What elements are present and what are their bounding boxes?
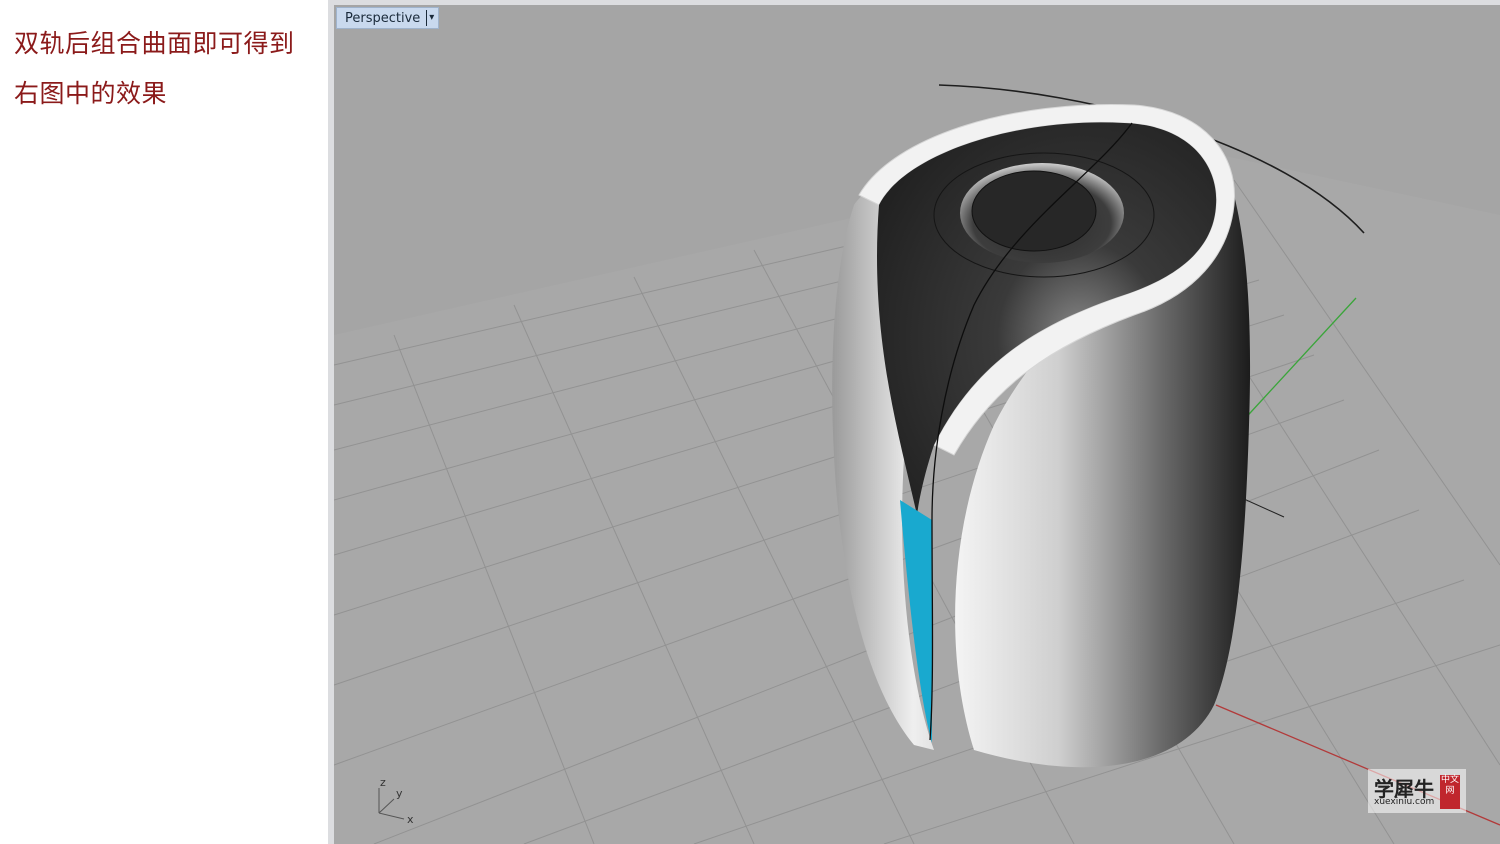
viewport-title[interactable]: Perspective xyxy=(345,11,420,26)
caption-line-2: 右图中的效果 xyxy=(14,79,168,108)
button-top xyxy=(971,170,1097,252)
watermark-url: xuexiniu.com xyxy=(1374,797,1435,807)
axis-label-z: z xyxy=(380,776,386,789)
axis-label-x: x xyxy=(407,813,414,826)
viewport-scene[interactable]: z y x xyxy=(334,5,1500,844)
chevron-down-icon[interactable]: ▾ xyxy=(426,10,434,26)
caption-panel: 双轨后组合曲面即可得到 右图中的效果 xyxy=(0,0,328,844)
watermark-seal: 中文网 xyxy=(1440,775,1460,809)
watermark-logo: 学犀牛 xuexiniu.com 中文网 xyxy=(1368,769,1466,813)
perspective-viewport[interactable]: z y x Perspective ▾ 学犀牛 xuexiniu.com 中文网 xyxy=(334,5,1500,844)
caption-line-1: 双轨后组合曲面即可得到 xyxy=(14,29,295,58)
viewport-title-tab[interactable]: Perspective ▾ xyxy=(336,7,440,29)
axis-label-y: y xyxy=(396,787,403,800)
